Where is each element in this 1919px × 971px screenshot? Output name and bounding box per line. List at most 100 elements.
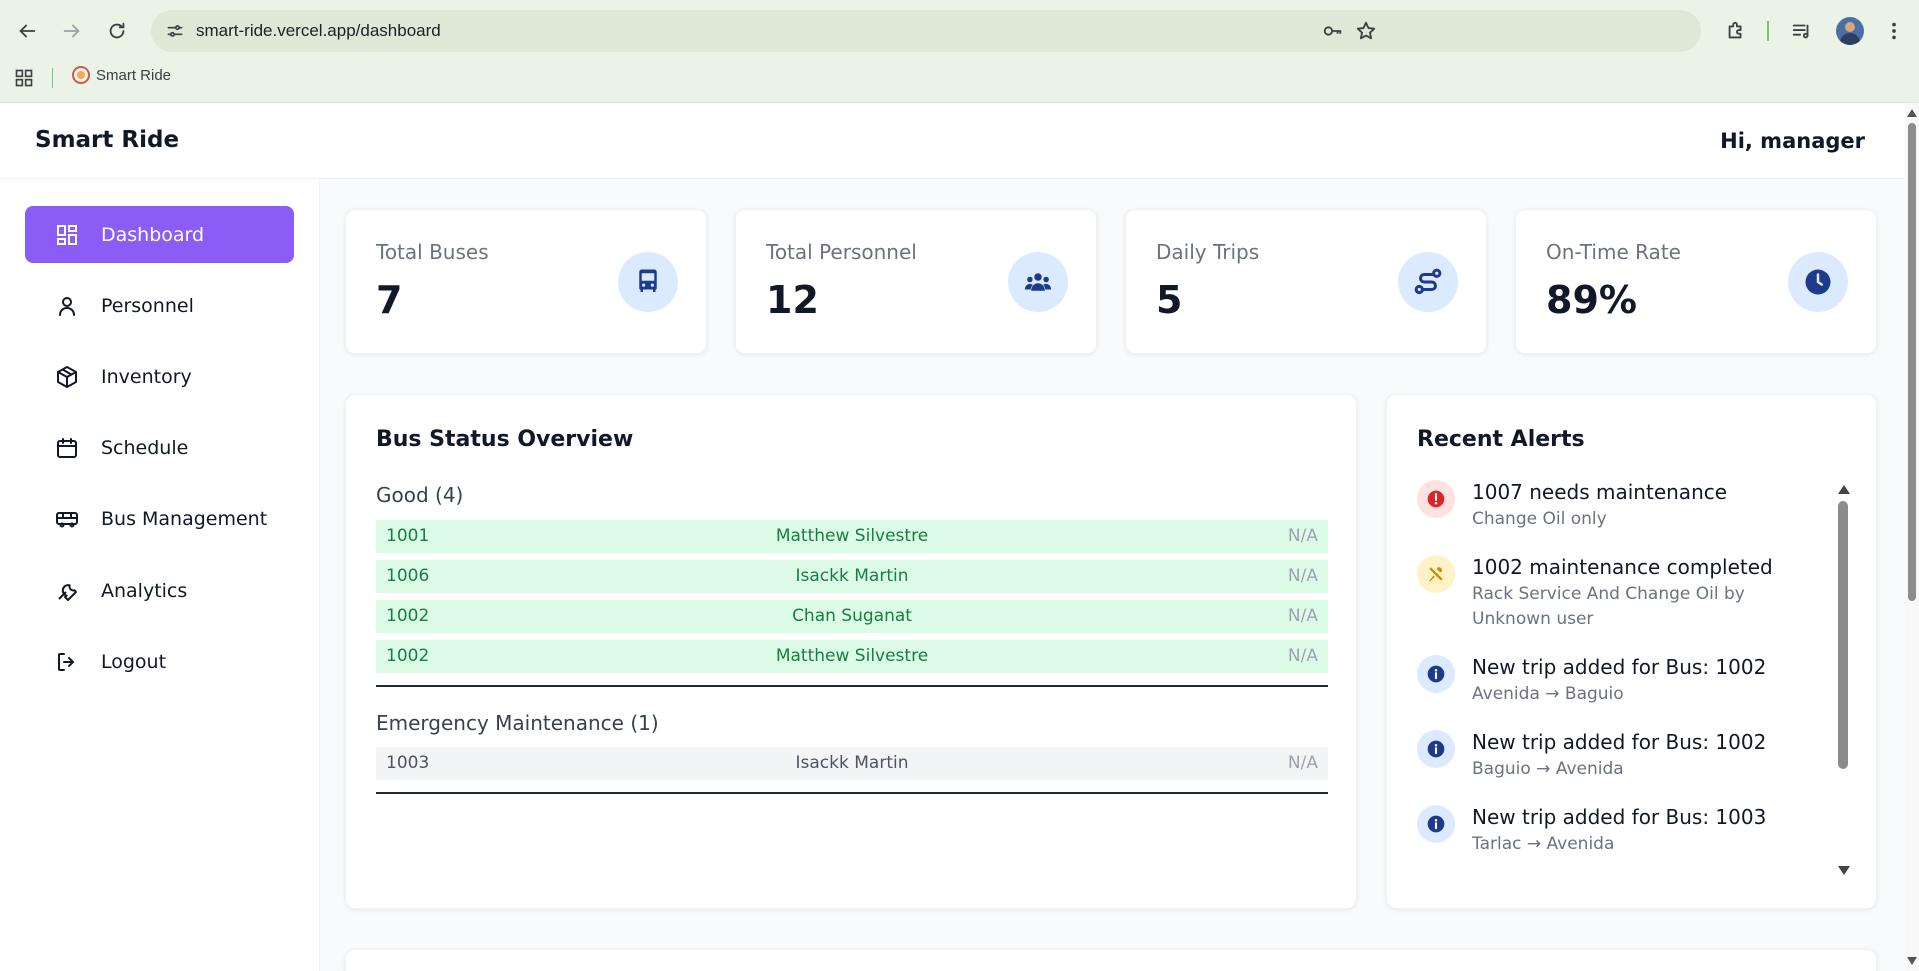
alert-title: New trip added for Bus: 1002	[1472, 730, 1767, 754]
panel-title: Bus Status Overview	[376, 427, 634, 452]
stat-card-daily-trips: Daily Trips 5	[1125, 209, 1487, 354]
extra-value: N/A	[1287, 753, 1318, 773]
tab-strip	[0, 0, 1919, 4]
user-icon	[53, 292, 81, 320]
app-header: Smart Ride Hi, manager	[0, 103, 1905, 179]
stat-card-total-personnel: Total Personnel 12	[735, 209, 1097, 354]
sidebar-item-label: Analytics	[101, 579, 188, 602]
panel-title: Recent Alerts	[1417, 427, 1585, 452]
group-divider	[376, 792, 1328, 794]
sidebar-item-label: Schedule	[101, 436, 189, 459]
profile-avatar[interactable]	[1836, 17, 1864, 45]
wrench-icon	[53, 577, 81, 605]
sidebar-item-dashboard[interactable]: Dashboard	[25, 206, 294, 263]
scroll-thumb[interactable]	[1838, 501, 1848, 769]
user-greeting[interactable]: Hi, manager	[1720, 129, 1865, 153]
driver-name: Chan Suganat	[792, 606, 912, 626]
apps-grid-icon[interactable]	[14, 68, 34, 88]
back-button[interactable]	[10, 14, 44, 48]
site-info-icon[interactable]	[163, 19, 187, 43]
driver-name: Isackk Martin	[795, 753, 909, 773]
alert-subtitle: Rack Service And Change Oil by Unknown u…	[1472, 584, 1745, 629]
logout-icon	[53, 648, 81, 676]
browser-chrome: smart-ride.vercel.app/dashboard Smart Ri…	[0, 0, 1919, 103]
bus-status-panel: Bus Status Overview Good (4) 1001 Matthe…	[345, 394, 1357, 909]
bookmark-smart-ride[interactable]: Smart Ride	[72, 66, 171, 84]
brand-title[interactable]: Smart Ride	[35, 127, 179, 153]
table-row[interactable]: 1003 Isackk Martin N/A	[376, 747, 1328, 780]
tools-icon	[1417, 555, 1455, 593]
bookmarks-bar: Smart Ride	[0, 62, 1919, 92]
stat-value: 7	[376, 278, 403, 322]
sidebar-item-analytics[interactable]: Analytics	[25, 562, 294, 619]
scroll-down-icon[interactable]	[1838, 866, 1850, 875]
password-key-icon[interactable]	[1321, 19, 1345, 43]
sidebar: Dashboard Personnel Inventory Schedule B…	[0, 179, 320, 971]
smart-ride-favicon-icon	[72, 66, 90, 84]
driver-name: Matthew Silvestre	[775, 646, 929, 666]
sidebar-item-label: Dashboard	[101, 223, 205, 246]
bookmark-label: Smart Ride	[96, 66, 172, 84]
forward-button[interactable]	[55, 14, 89, 48]
arrow-left-icon	[19, 24, 36, 38]
sidebar-item-schedule[interactable]: Schedule	[25, 419, 294, 476]
info-icon	[1417, 655, 1455, 693]
scroll-down-icon[interactable]	[1907, 957, 1917, 965]
extensions-button[interactable]	[1719, 14, 1753, 48]
alert-title: 1002 maintenance completed	[1472, 555, 1773, 579]
route-icon	[1398, 252, 1458, 312]
box-icon	[53, 363, 81, 391]
info-icon	[1417, 730, 1455, 768]
next-section-card	[345, 949, 1877, 971]
users-icon	[1008, 252, 1068, 312]
arrow-right-icon	[63, 24, 80, 38]
puzzle-icon	[1728, 21, 1742, 39]
alert-subtitle: Change Oil only	[1472, 509, 1607, 529]
dashboard-icon	[53, 221, 81, 249]
sidebar-item-label: Logout	[101, 650, 167, 673]
scroll-up-icon[interactable]	[1838, 485, 1850, 494]
sidebar-item-label: Inventory	[101, 365, 192, 388]
stat-value: 5	[1156, 278, 1183, 322]
sidebar-item-bus-management[interactable]: Bus Management	[25, 490, 294, 547]
reload-icon	[109, 22, 125, 39]
clock-icon	[1788, 252, 1848, 312]
bookmark-star-icon[interactable]	[1354, 19, 1378, 43]
group-title-good: Good (4)	[376, 483, 464, 507]
table-row[interactable]: 1001 Matthew Silvestre N/A	[376, 520, 1328, 553]
more-vertical-icon	[1892, 22, 1896, 40]
stat-value: 12	[766, 278, 819, 322]
calendar-icon	[53, 434, 81, 462]
address-bar[interactable]: smart-ride.vercel.app/dashboard	[151, 10, 1701, 52]
page-scrollbar[interactable]	[1905, 103, 1919, 971]
url-text[interactable]: smart-ride.vercel.app/dashboard	[196, 21, 441, 41]
toolbar-divider	[1767, 21, 1769, 41]
scroll-thumb[interactable]	[1908, 123, 1916, 601]
bus-icon	[618, 252, 678, 312]
alert-circle-icon	[1417, 480, 1455, 518]
table-row[interactable]: 1006 Isackk Martin N/A	[376, 560, 1328, 593]
alerts-list[interactable]: 1007 needs maintenance Change Oil only 1…	[1417, 480, 1817, 860]
table-row[interactable]: 1002 Matthew Silvestre N/A	[376, 640, 1328, 673]
table-row[interactable]: 1002 Chan Suganat N/A	[376, 600, 1328, 633]
sidebar-item-logout[interactable]: Logout	[25, 633, 294, 690]
stat-card-on-time-rate: On-Time Rate 89%	[1515, 209, 1877, 354]
media-controls-button[interactable]	[1785, 14, 1819, 48]
sidebar-item-inventory[interactable]: Inventory	[25, 348, 294, 405]
stat-label: On-Time Rate	[1546, 240, 1681, 264]
scroll-up-icon[interactable]	[1907, 109, 1917, 117]
alert-title: New trip added for Bus: 1003	[1472, 805, 1767, 829]
sidebar-item-personnel[interactable]: Personnel	[25, 277, 294, 334]
sidebar-item-label: Personnel	[101, 294, 194, 317]
bus-icon	[53, 505, 81, 533]
group-divider	[376, 685, 1328, 687]
extra-value: N/A	[1287, 646, 1318, 666]
alert-subtitle: Avenida → Baguio	[1472, 684, 1624, 704]
alerts-scrollbar[interactable]	[1836, 485, 1852, 875]
extra-value: N/A	[1287, 606, 1318, 626]
playlist-icon	[1792, 24, 1809, 39]
main-content: Total Buses 7 Total Personnel 12 Daily T…	[320, 179, 1905, 971]
reload-button[interactable]	[100, 14, 134, 48]
browser-menu-button[interactable]	[1877, 14, 1911, 48]
extra-value: N/A	[1287, 566, 1318, 586]
